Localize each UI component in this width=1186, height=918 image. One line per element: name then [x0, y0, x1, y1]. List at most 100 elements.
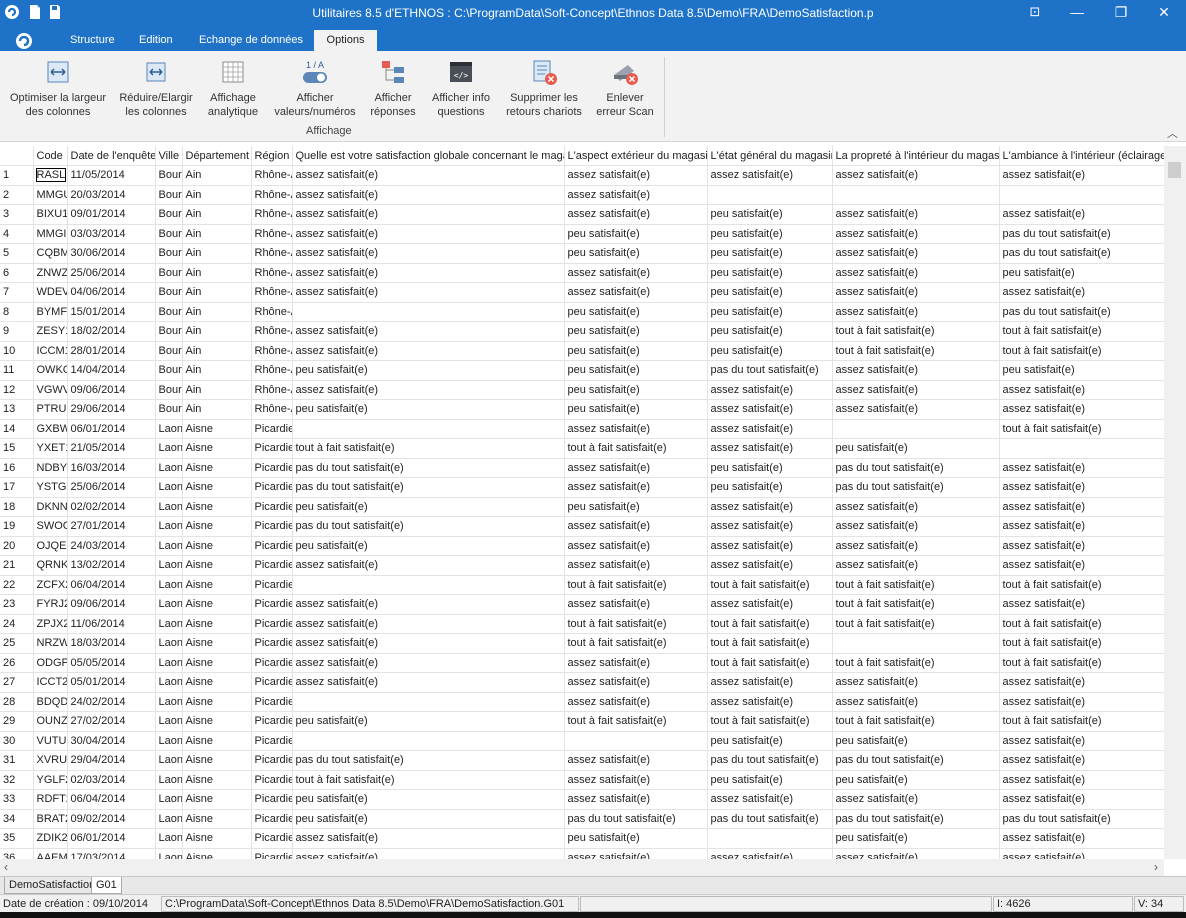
grid-cell[interactable]: assez satisfait(e): [292, 282, 565, 303]
grid-cell[interactable]: tout à fait satisfait(e): [707, 575, 833, 595]
grid-cell[interactable]: peu satisfait(e): [564, 243, 708, 264]
row-number[interactable]: 34: [0, 809, 34, 829]
grid-cell[interactable]: Bourg: [155, 263, 183, 283]
grid-cell[interactable]: assez satisfait(e): [292, 594, 565, 615]
grid-cell[interactable]: FYRJ2: [33, 594, 68, 615]
grid-cell[interactable]: tout à fait satisfait(e): [832, 341, 1000, 361]
grid-cell[interactable]: peu satisfait(e): [707, 458, 833, 478]
grid-cell[interactable]: pas du tout satisfait(e): [292, 516, 565, 537]
grid-cell[interactable]: Aisne: [182, 477, 252, 498]
grid-cell[interactable]: [292, 575, 565, 595]
grid-cell[interactable]: assez satisfait(e): [999, 594, 1164, 615]
tab-edition[interactable]: Edition: [131, 30, 181, 51]
grid-cell[interactable]: ZPJX2: [33, 614, 68, 634]
grid-cell[interactable]: Picardie: [251, 575, 293, 595]
grid-cell[interactable]: peu satisfait(e): [292, 497, 565, 517]
grid-cell[interactable]: 17/03/2014: [67, 848, 156, 859]
grid-cell[interactable]: [292, 302, 565, 322]
sheet-tab-g01[interactable]: G01: [91, 877, 122, 894]
row-number[interactable]: 12: [0, 380, 34, 400]
grid-cell[interactable]: assez satisfait(e): [999, 789, 1164, 810]
grid-cell[interactable]: Laon: [155, 809, 183, 829]
tab-echange[interactable]: Echange de données: [191, 30, 311, 51]
grid-cell[interactable]: tout à fait satisfait(e): [292, 770, 565, 790]
column-header[interactable]: L'état général du magasin: [707, 146, 833, 166]
row-number[interactable]: 7: [0, 282, 34, 303]
grid-cell[interactable]: AAEM: [33, 848, 68, 859]
table-row[interactable]: 19 SWOC27/01/2014 LaonAisne Picardiepas du …: [0, 516, 1164, 537]
grid-cell[interactable]: assez satisfait(e): [832, 360, 1000, 381]
grid-cell[interactable]: [707, 185, 833, 205]
grid-cell[interactable]: assez satisfait(e): [999, 750, 1164, 771]
grid-cell[interactable]: assez satisfait(e): [999, 536, 1164, 556]
grid-cell[interactable]: tout à fait satisfait(e): [564, 633, 708, 654]
grid-cell[interactable]: Aisne: [182, 536, 252, 556]
grid-cell[interactable]: Picardie: [251, 594, 293, 615]
grid-cell[interactable]: 25/06/2014: [67, 263, 156, 283]
row-number[interactable]: 28: [0, 692, 34, 712]
grid-cell[interactable]: NRZW: [33, 633, 68, 654]
column-header[interactable]: Région: [251, 146, 293, 166]
grid-cell[interactable]: Bourg: [155, 185, 183, 205]
grid-cell[interactable]: assez satisfait(e): [832, 380, 1000, 400]
table-row[interactable]: 17YSTG125/06/2014LaonAisnePicardiepas du…: [0, 477, 1164, 498]
grid-cell[interactable]: Bourg: [155, 165, 183, 186]
grid-cell[interactable]: ICCM1: [33, 341, 68, 361]
grid-cell[interactable]: Laon: [155, 770, 183, 790]
grid-cell[interactable]: peu satisfait(e): [564, 399, 708, 420]
grid-cell[interactable]: assez satisfait(e): [707, 555, 833, 576]
row-number[interactable]: 16: [0, 458, 34, 478]
grid-cell[interactable]: Picardie: [251, 711, 293, 732]
grid-cell[interactable]: [292, 419, 565, 439]
column-header[interactable]: Date de l'enquête: [67, 146, 156, 166]
grid-cell[interactable]: tout à fait satisfait(e): [999, 419, 1164, 439]
grid-cell[interactable]: 09/06/2014: [67, 380, 156, 400]
grid-cell[interactable]: Laon: [155, 750, 183, 771]
row-number[interactable]: 26: [0, 653, 34, 673]
grid-cell[interactable]: assez satisfait(e): [832, 672, 1000, 693]
grid-cell[interactable]: Aisne: [182, 653, 252, 673]
table-row[interactable]: 34 BRAT209/02/2014 LaonAisne Picardiepeu sa…: [0, 809, 1164, 829]
grid-cell[interactable]: OWKC: [33, 360, 68, 381]
grid-cell[interactable]: assez satisfait(e): [292, 380, 565, 400]
table-row[interactable]: 6ZNWZ25/06/2014BourgAinRhône-Aassez sati…: [0, 263, 1164, 283]
grid-cell[interactable]: assez satisfait(e): [999, 672, 1164, 693]
grid-cell[interactable]: Ain: [182, 302, 252, 322]
column-header[interactable]: Département: [182, 146, 252, 166]
row-number[interactable]: 13: [0, 399, 34, 420]
sheet-tab-demosatisfaction[interactable]: DemoSatisfaction: [4, 877, 101, 894]
grid-cell[interactable]: Bourg: [155, 321, 183, 342]
grid-cell[interactable]: assez satisfait(e): [292, 321, 565, 342]
table-row[interactable]: 27 ICCT2 05/01/2014 Laon Aisne Picardie assez …: [0, 672, 1164, 693]
vertical-scrollbar[interactable]: [1164, 146, 1186, 859]
grid-cell[interactable]: GXBW: [33, 419, 68, 439]
grid-cell[interactable]: Picardie: [251, 828, 293, 849]
grid-cell[interactable]: CQBM: [33, 243, 68, 264]
table-row[interactable]: 26ODGP205/05/2014LaonAisnePicardieassez …: [0, 653, 1164, 673]
table-row[interactable]: 28 BDQD224/02/2014 LaonAisne Picardie assez …: [0, 692, 1164, 712]
scroll-thumb[interactable]: [1168, 162, 1181, 178]
grid-cell[interactable]: Aisne: [182, 770, 252, 790]
grid-cell[interactable]: assez satisfait(e): [999, 458, 1164, 478]
grid-cell[interactable]: Picardie: [251, 477, 293, 498]
grid-cell[interactable]: tout à fait satisfait(e): [564, 438, 708, 459]
grid-cell[interactable]: Aisne: [182, 458, 252, 478]
grid-cell[interactable]: Aisne: [182, 497, 252, 517]
table-row[interactable]: 36 AAEM 17/03/2014 Laon Aisne Picardie assez s…: [0, 848, 1164, 859]
grid-cell[interactable]: Aisne: [182, 789, 252, 810]
grid-cell[interactable]: assez satisfait(e): [564, 516, 708, 537]
grid-cell[interactable]: Picardie: [251, 731, 293, 751]
grid-cell[interactable]: Rhône-A: [251, 341, 293, 361]
table-row[interactable]: 31XVRU229/04/2014LaonAisnePicardiepas du…: [0, 750, 1164, 771]
grid-cell[interactable]: MMGI1: [33, 224, 68, 244]
pin-button[interactable]: ⊡: [1018, 2, 1052, 24]
table-row[interactable]: 2MMGU20/03/2014BourgAinRhône-Aassez sati…: [0, 185, 1164, 205]
grid-cell[interactable]: assez satisfait(e): [707, 399, 833, 420]
grid-cell[interactable]: assez satisfait(e): [832, 399, 1000, 420]
row-number[interactable]: 25: [0, 633, 34, 654]
grid-cell[interactable]: assez satisfait(e): [292, 672, 565, 693]
table-row[interactable]: 20 OJQE224/03/2014 LaonAisne Picardiepeu sa…: [0, 536, 1164, 556]
column-header[interactable]: La propreté à l'intérieur du magasin: [832, 146, 1000, 166]
grid-cell[interactable]: assez satisfait(e): [564, 282, 708, 303]
row-number[interactable]: 27: [0, 672, 34, 693]
